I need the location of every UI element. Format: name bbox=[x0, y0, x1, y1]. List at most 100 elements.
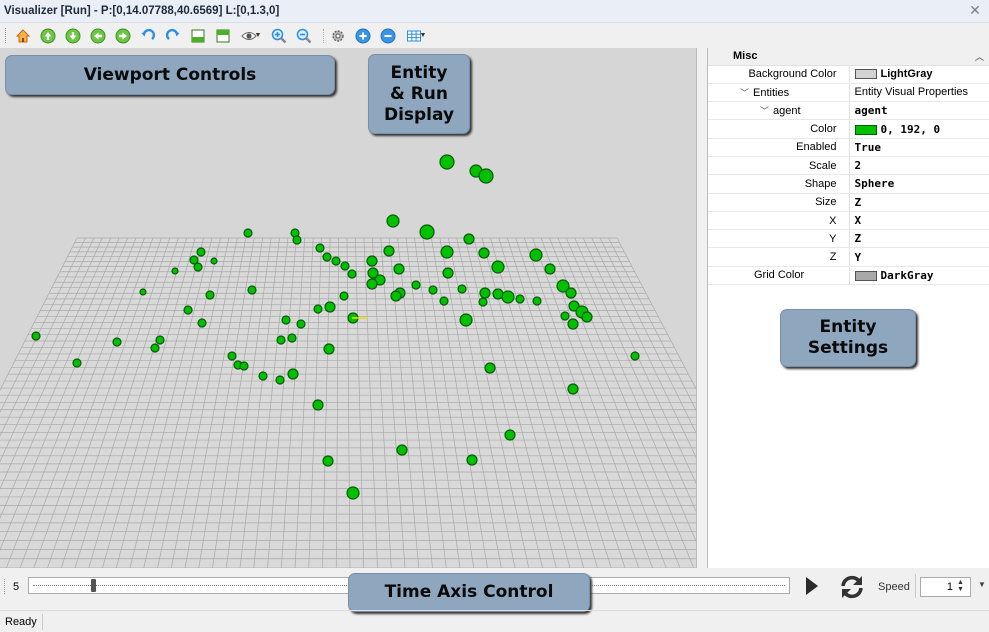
timeline-grip[interactable] bbox=[4, 579, 8, 594]
entity-sphere[interactable] bbox=[396, 444, 408, 456]
spinner-arrows-icon[interactable]: ▲ ▼ bbox=[957, 579, 964, 593]
view-bottom-button[interactable] bbox=[188, 27, 208, 45]
3d-viewport[interactable] bbox=[0, 48, 697, 568]
entity-sphere[interactable] bbox=[484, 362, 496, 374]
entity-sphere[interactable] bbox=[346, 486, 360, 500]
entity-sphere[interactable] bbox=[287, 368, 299, 380]
entity-sphere[interactable] bbox=[196, 247, 206, 257]
entity-sphere[interactable] bbox=[478, 168, 494, 184]
entity-sphere[interactable] bbox=[139, 288, 147, 296]
entity-sphere[interactable] bbox=[112, 337, 122, 347]
entity-sphere[interactable] bbox=[459, 313, 473, 327]
entity-sphere[interactable] bbox=[544, 263, 556, 275]
close-icon[interactable]: ✕ bbox=[967, 2, 983, 19]
entity-sphere[interactable] bbox=[324, 301, 336, 313]
entity-sphere[interactable] bbox=[439, 154, 455, 170]
property-row-grid-color[interactable]: Grid Color DarkGray bbox=[708, 266, 989, 286]
entity-sphere[interactable] bbox=[313, 304, 323, 314]
entity-sphere[interactable] bbox=[581, 311, 593, 323]
property-value[interactable]: Sphere bbox=[849, 174, 989, 194]
entity-sphere[interactable] bbox=[210, 257, 218, 265]
pan-right-button[interactable] bbox=[113, 27, 133, 45]
property-value[interactable]: 2 bbox=[849, 156, 989, 176]
entity-sphere[interactable] bbox=[565, 287, 577, 299]
reload-icon[interactable] bbox=[838, 575, 866, 599]
entity-sphere[interactable] bbox=[296, 319, 306, 329]
entity-sphere[interactable] bbox=[193, 262, 203, 272]
entity-sphere[interactable] bbox=[322, 252, 332, 262]
entity-sphere[interactable] bbox=[491, 260, 505, 274]
entity-sphere[interactable] bbox=[463, 233, 475, 245]
entity-sphere[interactable] bbox=[155, 335, 165, 345]
entity-sphere[interactable] bbox=[258, 371, 268, 381]
entity-sphere[interactable] bbox=[457, 284, 467, 294]
rotate-left-button[interactable] bbox=[138, 27, 158, 45]
chevron-down-icon[interactable]: ﹀ bbox=[740, 88, 749, 98]
entity-sphere[interactable] bbox=[515, 294, 525, 304]
entity-sphere[interactable] bbox=[243, 228, 253, 238]
entity-sphere[interactable] bbox=[442, 267, 454, 279]
remove-button[interactable] bbox=[378, 27, 398, 45]
property-value[interactable]: Y bbox=[849, 247, 989, 267]
entity-sphere[interactable] bbox=[428, 285, 438, 295]
property-value[interactable]: X bbox=[849, 211, 989, 231]
entity-sphere[interactable] bbox=[466, 454, 478, 466]
entity-sphere[interactable] bbox=[479, 287, 491, 299]
entity-sphere[interactable] bbox=[239, 361, 249, 371]
eye-dropdown-button[interactable]: ▼ bbox=[238, 27, 264, 45]
entity-sphere[interactable] bbox=[386, 214, 400, 228]
property-value[interactable]: True bbox=[849, 138, 989, 157]
entity-sphere[interactable] bbox=[501, 290, 515, 304]
entity-sphere[interactable] bbox=[197, 318, 207, 328]
entity-sphere[interactable] bbox=[331, 256, 341, 266]
entity-sphere[interactable] bbox=[419, 224, 435, 240]
property-value[interactable]: Z bbox=[849, 193, 989, 212]
entity-sphere[interactable] bbox=[276, 335, 286, 345]
zoom-out-button[interactable] bbox=[294, 27, 314, 45]
grid-dropdown-button[interactable]: ▼ bbox=[403, 27, 429, 45]
entity-sphere[interactable] bbox=[478, 297, 488, 307]
pan-down-button[interactable] bbox=[63, 27, 83, 45]
add-button[interactable] bbox=[353, 27, 373, 45]
entity-sphere[interactable] bbox=[292, 235, 302, 245]
property-value[interactable]: 0, 192, 0 bbox=[849, 119, 989, 139]
property-row-scale[interactable]: Scale 2 bbox=[708, 156, 989, 176]
entity-sphere[interactable] bbox=[478, 247, 490, 259]
entity-sphere[interactable] bbox=[339, 291, 349, 301]
entity-sphere[interactable] bbox=[183, 305, 193, 315]
entity-sphere[interactable] bbox=[567, 383, 579, 395]
property-row-color[interactable]: Color 0, 192, 0 bbox=[708, 119, 989, 139]
entity-sphere[interactable] bbox=[281, 315, 291, 325]
entity-sphere[interactable] bbox=[247, 285, 257, 295]
entity-sphere[interactable] bbox=[347, 269, 357, 279]
entity-sphere[interactable] bbox=[383, 245, 395, 257]
entity-sphere[interactable] bbox=[72, 358, 82, 368]
entity-sphere[interactable] bbox=[315, 243, 325, 253]
category-misc[interactable]: Misc ︿ bbox=[708, 48, 989, 66]
entity-sphere[interactable] bbox=[411, 280, 421, 290]
entity-sphere[interactable] bbox=[366, 255, 378, 267]
property-row-z[interactable]: Z Y bbox=[708, 247, 989, 267]
pan-left-button[interactable] bbox=[88, 27, 108, 45]
play-icon[interactable] bbox=[804, 575, 820, 597]
property-value[interactable]: LightGray bbox=[849, 65, 989, 84]
entity-sphere[interactable] bbox=[150, 343, 160, 353]
property-row-agent[interactable]: ﹀ agent agent bbox=[708, 101, 989, 121]
entity-sphere[interactable] bbox=[275, 375, 285, 385]
property-row-background-color[interactable]: Background Color LightGray bbox=[708, 65, 989, 84]
property-value[interactable]: Z bbox=[849, 229, 989, 249]
entity-sphere[interactable] bbox=[567, 318, 579, 330]
pan-up-button[interactable] bbox=[38, 27, 58, 45]
chevron-down-icon[interactable]: ﹀ bbox=[760, 106, 769, 116]
entity-sphere[interactable] bbox=[560, 311, 570, 321]
entity-sphere[interactable] bbox=[312, 399, 324, 411]
entity-sphere[interactable] bbox=[366, 278, 378, 290]
property-row-y[interactable]: Y Z bbox=[708, 229, 989, 249]
entity-sphere[interactable] bbox=[393, 263, 405, 275]
collapse-icon[interactable]: ︿ bbox=[975, 50, 984, 63]
entity-sphere[interactable] bbox=[31, 331, 41, 341]
property-row-x[interactable]: X X bbox=[708, 211, 989, 231]
entity-sphere[interactable] bbox=[529, 248, 543, 262]
zoom-in-button[interactable] bbox=[269, 27, 289, 45]
scene-canvas[interactable] bbox=[0, 48, 697, 568]
